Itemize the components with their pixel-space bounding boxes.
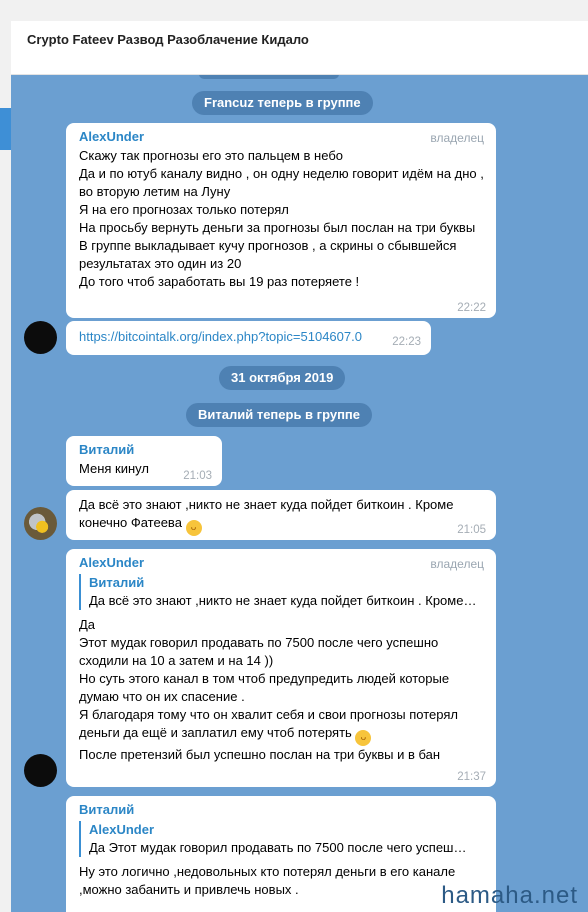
reply-quote[interactable]: Виталий Да всё это знают ,никто не знает… xyxy=(79,574,484,610)
message-sender[interactable]: AlexUnder xyxy=(79,129,484,144)
reply-quote-text: Да всё это знают ,никто не знает куда по… xyxy=(89,593,477,608)
message-time: 22:22 xyxy=(457,302,486,314)
message-bubble[interactable]: Виталий Меня кинул 21:03 xyxy=(66,436,222,486)
chat-area[interactable]: Francuz теперь в группе AlexUnder владел… xyxy=(11,75,588,912)
admin-badge: владелец xyxy=(430,131,484,145)
message-text: Да Этот мудак говорил продавать по 7500 … xyxy=(79,616,484,764)
message-bubble[interactable]: AlexUnder владелец Скажу так прогнозы ег… xyxy=(66,123,496,318)
service-message-cut xyxy=(199,75,339,79)
service-message-joined: Francuz теперь в группе xyxy=(192,91,373,115)
smiling-emoji-icon: ᴗ xyxy=(355,730,372,746)
message-sender[interactable]: Виталий xyxy=(79,442,210,457)
watermark: hamaha.net xyxy=(441,882,578,909)
message-text-part: Да Этот мудак говорил продавать по 7500 … xyxy=(79,617,458,740)
avatar[interactable] xyxy=(24,321,57,354)
message-bubble[interactable]: https://bitcointalk.org/index.php?topic=… xyxy=(66,321,431,355)
tears-of-joy-emoji-icon: ᴗ xyxy=(185,520,202,536)
reply-quote-text: Да Этот мудак говорил продавать по 7500 … xyxy=(89,840,467,855)
message-text: Ну это логично ,недовольных кто потерял … xyxy=(79,864,456,897)
message-text-part: После претензий был успешно послан на тр… xyxy=(79,747,441,762)
message-time: 21:03 xyxy=(183,470,212,482)
avatar[interactable] xyxy=(24,507,57,540)
message-time: 22:23 xyxy=(392,336,421,348)
selected-chat-indicator[interactable] xyxy=(0,108,11,150)
service-message-joined: Виталий теперь в группе xyxy=(186,403,373,427)
admin-badge: владелец xyxy=(430,557,484,571)
reply-quote-sender: Виталий xyxy=(89,575,145,590)
message-text: Скажу так прогнозы его это пальцем в неб… xyxy=(79,148,484,289)
reply-quote[interactable]: AlexUnder Да Этот мудак говорил продават… xyxy=(79,821,484,857)
message-bubble[interactable]: Виталий AlexUnder Да Этот мудак говорил … xyxy=(66,796,496,912)
left-panel-edge xyxy=(0,21,11,912)
reply-quote-sender: AlexUnder xyxy=(89,822,155,837)
chat-title: Crypto Fateev Развод Разоблачение Кидало xyxy=(27,32,309,47)
message-sender[interactable]: Виталий xyxy=(79,802,484,817)
message-text: Да всё это знают ,никто не знает куда по… xyxy=(79,497,454,530)
message-link[interactable]: https://bitcointalk.org/index.php?topic=… xyxy=(79,329,362,344)
message-time: 21:37 xyxy=(457,771,486,783)
avatar[interactable] xyxy=(24,754,57,787)
chat-header[interactable]: Crypto Fateev Развод Разоблачение Кидало xyxy=(11,21,588,75)
message-bubble[interactable]: AlexUnder владелец Виталий Да всё это зн… xyxy=(66,549,496,787)
window-top-strip xyxy=(0,0,588,21)
message-bubble[interactable]: Да всё это знают ,никто не знает куда по… xyxy=(66,490,496,540)
message-sender[interactable]: AlexUnder xyxy=(79,555,484,570)
message-time: 21:05 xyxy=(457,524,486,536)
date-separator: 31 октября 2019 xyxy=(219,366,346,390)
